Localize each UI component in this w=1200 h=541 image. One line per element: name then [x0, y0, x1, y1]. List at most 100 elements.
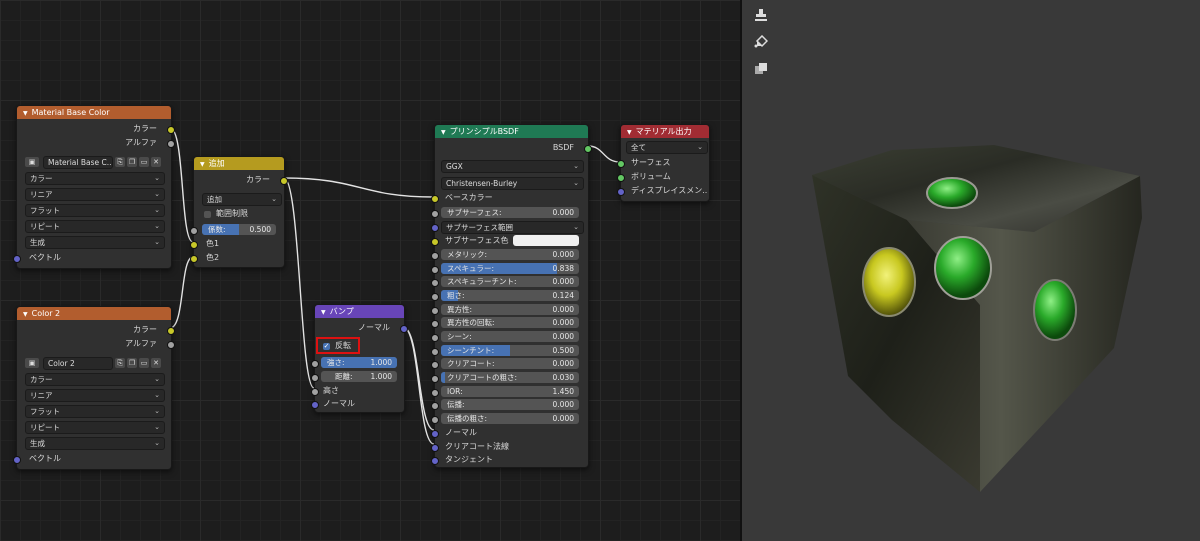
- input-tangent-socket[interactable]: [431, 457, 439, 465]
- strength-slider[interactable]: 強さ: 1.000: [321, 357, 397, 368]
- fake-user-icon[interactable]: ⎘: [115, 358, 125, 368]
- node-header[interactable]: ▼ バンプ: [315, 305, 404, 318]
- input-field-socket[interactable]: [431, 320, 439, 329]
- collapse-triangle-icon[interactable]: ▼: [23, 110, 28, 117]
- node-header[interactable]: ▼ プリンシプルBSDF: [435, 125, 588, 138]
- input-strength-socket[interactable]: [311, 360, 319, 368]
- input-normal-socket[interactable]: [431, 430, 439, 438]
- bsdf-slider-field[interactable]: 異方性: 0.000: [441, 303, 579, 315]
- extension-dropdown[interactable]: リピート ⌄: [25, 421, 165, 434]
- interpolation-dropdown[interactable]: リニア ⌄: [25, 188, 165, 201]
- bsdf-slider-field[interactable]: メタリック: 0.000: [441, 249, 579, 260]
- open-folder-icon[interactable]: ▭: [139, 157, 149, 167]
- input-field-socket[interactable]: [431, 306, 439, 315]
- clamp-checkbox[interactable]: [204, 211, 211, 218]
- extension-dropdown[interactable]: リピート ⌄: [25, 220, 165, 233]
- input-distance-socket[interactable]: [311, 374, 319, 382]
- node-material-base-color[interactable]: ▼ Material Base Color カラー アルファ ▣ Material…: [13, 105, 175, 269]
- input-base-color-socket[interactable]: [431, 195, 439, 203]
- subsurface-color-swatch[interactable]: [513, 235, 579, 246]
- node-header[interactable]: ▼ マテリアル出力: [621, 125, 709, 138]
- input-surface-socket[interactable]: [617, 160, 625, 168]
- output-alpha-socket[interactable]: [167, 341, 175, 349]
- input-field-socket[interactable]: [431, 388, 439, 397]
- output-color-socket[interactable]: [167, 327, 175, 335]
- input-subsurface-socket[interactable]: [431, 210, 439, 218]
- node-header[interactable]: ▼ Material Base Color: [17, 106, 171, 119]
- image-browse-icon[interactable]: ▣: [25, 358, 39, 368]
- input-color2-socket[interactable]: [190, 255, 198, 263]
- source-dropdown[interactable]: 生成 ⌄: [25, 236, 165, 249]
- node-principled-bsdf[interactable]: ▼ プリンシプルBSDF BSDF GGX ⌄ Christensen-Burley…: [431, 124, 592, 468]
- subsurface-method-dropdown[interactable]: Christensen-Burley ⌄: [441, 177, 584, 190]
- input-field-socket[interactable]: [431, 347, 439, 356]
- input-color1-socket[interactable]: [190, 241, 198, 249]
- distribution-dropdown[interactable]: GGX ⌄: [441, 160, 584, 173]
- input-field-socket[interactable]: [431, 252, 439, 260]
- collapse-triangle-icon[interactable]: ▼: [321, 309, 326, 316]
- subsurface-radius-dropdown[interactable]: サブサーフェス範囲 ⌄: [441, 221, 584, 234]
- output-color-socket[interactable]: [280, 177, 288, 185]
- color-space-dropdown[interactable]: カラー ⌄: [25, 373, 165, 386]
- distance-field[interactable]: 距離: 1.000: [321, 371, 397, 382]
- input-vector-socket[interactable]: [13, 255, 21, 263]
- collapse-triangle-icon[interactable]: ▼: [200, 161, 205, 168]
- duplicate-icon[interactable]: ❐: [127, 358, 137, 368]
- bsdf-slider-field[interactable]: スペキュラーチント: 0.000: [441, 276, 579, 288]
- input-field-socket[interactable]: [431, 361, 439, 370]
- unlink-close-icon[interactable]: ✕: [151, 157, 161, 167]
- bsdf-slider-field[interactable]: IOR: 1.450: [441, 385, 579, 397]
- input-displacement-socket[interactable]: [617, 188, 625, 196]
- unlink-close-icon[interactable]: ✕: [151, 358, 161, 368]
- input-subsurface-color-socket[interactable]: [431, 238, 439, 246]
- source-dropdown[interactable]: 生成 ⌄: [25, 437, 165, 450]
- projection-dropdown[interactable]: フラット ⌄: [25, 204, 165, 217]
- bsdf-slider-field[interactable]: 異方性の回転: 0.000: [441, 317, 579, 329]
- node-material-output[interactable]: ▼ マテリアル出力 全て ⌄ サーフェス ボリューム ディスプレイスメン..: [617, 124, 710, 202]
- duplicate-icon[interactable]: ❐: [127, 157, 137, 167]
- node-color-2[interactable]: ▼ Color 2 カラー アルファ ▣ Color 2 ⎘ ❐ ▭ ✕ カラー ⌄…: [13, 306, 175, 470]
- bsdf-slider-field[interactable]: 伝播: 0.000: [441, 399, 579, 411]
- image-name-field[interactable]: Material Base C..: [43, 156, 113, 169]
- input-field-socket[interactable]: [431, 415, 439, 424]
- fake-user-icon[interactable]: ⎘: [115, 157, 125, 167]
- 3d-viewport[interactable]: [742, 0, 1200, 541]
- bsdf-slider-field[interactable]: クリアコート: 0.000: [441, 358, 579, 370]
- bsdf-slider-field[interactable]: 伝播の粗さ: 0.000: [441, 412, 579, 424]
- node-bump[interactable]: ▼ バンプ ノーマル ✓ 反転 強さ: 1.000 距離: 1.000 高さ ノー…: [311, 304, 408, 413]
- bsdf-slider-field[interactable]: クリアコートの粗さ: 0.030: [441, 371, 579, 383]
- bsdf-slider-field[interactable]: シーン: 0.000: [441, 330, 579, 342]
- bsdf-slider-field[interactable]: シーンチント: 0.500: [441, 344, 579, 356]
- subsurface-field[interactable]: サブサーフェス: 0.000: [441, 207, 579, 218]
- input-vector-socket[interactable]: [13, 456, 21, 464]
- node-mix-add[interactable]: ▼ 追加 カラー 追加 ⌄ 範囲制限 係数: 0.500 色1 色2: [190, 156, 288, 268]
- node-header[interactable]: ▼ Color 2: [17, 307, 171, 320]
- input-field-socket[interactable]: [431, 374, 439, 383]
- projection-dropdown[interactable]: フラット ⌄: [25, 405, 165, 418]
- output-normal-socket[interactable]: [400, 325, 408, 333]
- input-field-socket[interactable]: [431, 265, 439, 274]
- input-height-socket[interactable]: [311, 388, 319, 396]
- blend-mode-dropdown[interactable]: 追加 ⌄: [202, 193, 282, 206]
- image-browse-icon[interactable]: ▣: [25, 157, 39, 167]
- input-field-socket[interactable]: [431, 292, 439, 301]
- input-clearcoat-normal-socket[interactable]: [431, 444, 439, 452]
- collapse-triangle-icon[interactable]: ▼: [627, 129, 632, 136]
- interpolation-dropdown[interactable]: リニア ⌄: [25, 389, 165, 402]
- input-normal-socket[interactable]: [311, 401, 319, 409]
- target-dropdown[interactable]: 全て ⌄: [626, 141, 708, 154]
- input-factor-socket[interactable]: [190, 227, 198, 235]
- output-bsdf-socket[interactable]: [584, 145, 592, 153]
- image-name-field[interactable]: Color 2: [43, 357, 113, 370]
- bsdf-slider-field[interactable]: スペキュラー: 0.838: [441, 262, 579, 274]
- input-volume-socket[interactable]: [617, 174, 625, 182]
- bsdf-slider-field[interactable]: 粗さ: 0.124: [441, 289, 579, 301]
- output-alpha-socket[interactable]: [167, 140, 175, 148]
- output-color-socket[interactable]: [167, 126, 175, 134]
- open-folder-icon[interactable]: ▭: [139, 358, 149, 368]
- collapse-triangle-icon[interactable]: ▼: [23, 311, 28, 318]
- factor-slider[interactable]: 係数: 0.500: [202, 224, 276, 235]
- input-subsurface-radius-socket[interactable]: [431, 224, 439, 232]
- input-field-socket[interactable]: [431, 333, 439, 342]
- color-space-dropdown[interactable]: カラー ⌄: [25, 172, 165, 185]
